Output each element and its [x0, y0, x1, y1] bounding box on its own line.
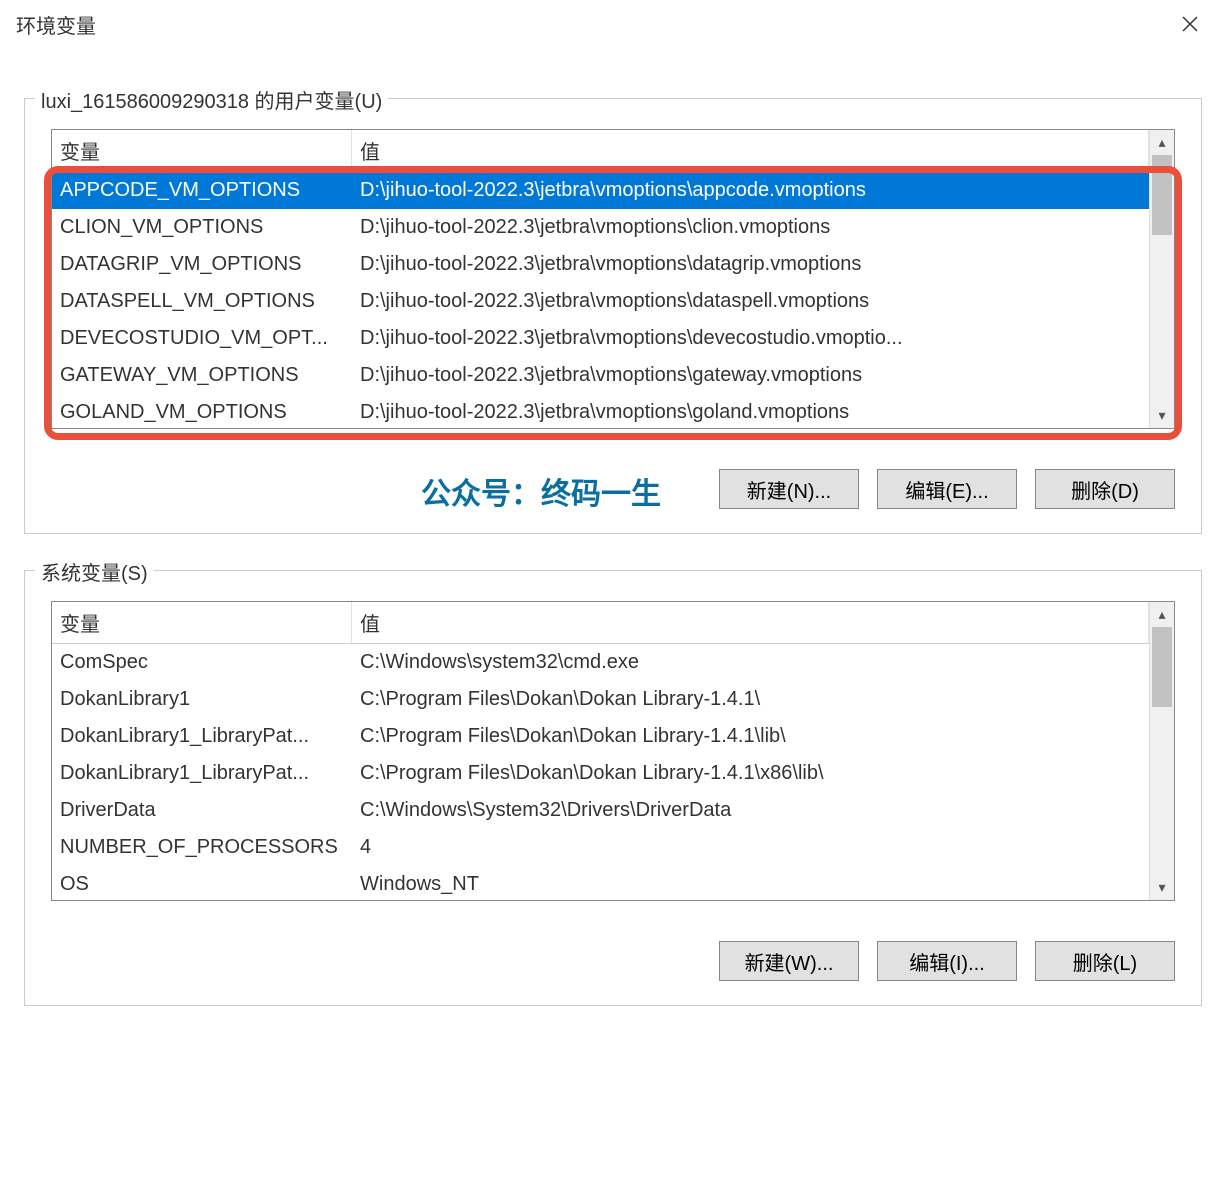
var-name-cell: DATAGRIP_VM_OPTIONS [52, 246, 352, 283]
user-group-label: luxi_161586009290318 的用户变量(U) [35, 85, 388, 114]
table-row[interactable]: ComSpecC:\Windows\system32\cmd.exe [52, 644, 1149, 681]
var-name-cell: GATEWAY_VM_OPTIONS [52, 357, 352, 394]
window-title: 环境变量 [16, 10, 96, 39]
table-row[interactable]: OSWindows_NT [52, 866, 1149, 900]
new-system-var-button[interactable]: 新建(W)... [719, 941, 859, 981]
var-value-cell: C:\Windows\System32\Drivers\DriverData [352, 792, 1149, 829]
var-name-cell: ComSpec [52, 644, 352, 681]
var-name-cell: GOLAND_VM_OPTIONS [52, 394, 352, 428]
system-variables-group: 系统变量(S) 变量 值 ComSpecC:\Windows\system32\… [24, 570, 1202, 1006]
var-name-cell: DokanLibrary1_LibraryPat... [52, 755, 352, 792]
table-row[interactable]: DokanLibrary1_LibraryPat...C:\Program Fi… [52, 755, 1149, 792]
close-button[interactable] [1170, 4, 1210, 44]
var-name-cell: DokanLibrary1 [52, 681, 352, 718]
var-name-cell: OS [52, 866, 352, 900]
var-name-cell: DATASPELL_VM_OPTIONS [52, 283, 352, 320]
scrollbar[interactable]: ▴ ▾ [1149, 602, 1174, 900]
table-row[interactable]: DokanLibrary1C:\Program Files\Dokan\Doka… [52, 681, 1149, 718]
var-value-cell: D:\jihuo-tool-2022.3\jetbra\vmoptions\cl… [352, 209, 1149, 246]
var-name-cell: DokanLibrary1_LibraryPat... [52, 718, 352, 755]
close-icon [1181, 15, 1199, 33]
var-value-cell: D:\jihuo-tool-2022.3\jetbra\vmoptions\de… [352, 320, 1149, 357]
var-value-cell: 4 [352, 829, 1149, 866]
var-value-cell: D:\jihuo-tool-2022.3\jetbra\vmoptions\da… [352, 283, 1149, 320]
scroll-down-icon[interactable]: ▾ [1150, 875, 1174, 900]
table-row[interactable]: DokanLibrary1_LibraryPat...C:\Program Fi… [52, 718, 1149, 755]
edit-system-var-button[interactable]: 编辑(I)... [877, 941, 1017, 981]
edit-user-var-button[interactable]: 编辑(E)... [877, 469, 1017, 509]
table-row[interactable]: DriverDataC:\Windows\System32\Drivers\Dr… [52, 792, 1149, 829]
var-value-cell: C:\Program Files\Dokan\Dokan Library-1.4… [352, 681, 1149, 718]
column-header-value[interactable]: 值 [352, 130, 1149, 171]
var-value-cell: D:\jihuo-tool-2022.3\jetbra\vmoptions\go… [352, 394, 1149, 428]
scroll-up-icon[interactable]: ▴ [1150, 130, 1174, 155]
var-value-cell: D:\jihuo-tool-2022.3\jetbra\vmoptions\ga… [352, 357, 1149, 394]
table-row[interactable]: GOLAND_VM_OPTIONSD:\jihuo-tool-2022.3\je… [52, 394, 1149, 428]
scroll-down-icon[interactable]: ▾ [1150, 403, 1174, 428]
scroll-thumb[interactable] [1152, 155, 1172, 235]
var-name-cell: CLION_VM_OPTIONS [52, 209, 352, 246]
var-name-cell: NUMBER_OF_PROCESSORS [52, 829, 352, 866]
var-value-cell: C:\Windows\system32\cmd.exe [352, 644, 1149, 681]
table-row[interactable]: APPCODE_VM_OPTIONSD:\jihuo-tool-2022.3\j… [52, 172, 1149, 209]
var-name-cell: DriverData [52, 792, 352, 829]
scrollbar[interactable]: ▴ ▾ [1149, 130, 1174, 428]
table-row[interactable]: GATEWAY_VM_OPTIONSD:\jihuo-tool-2022.3\j… [52, 357, 1149, 394]
table-row[interactable]: NUMBER_OF_PROCESSORS4 [52, 829, 1149, 866]
scroll-up-icon[interactable]: ▴ [1150, 602, 1174, 627]
table-row[interactable]: DEVECOSTUDIO_VM_OPT...D:\jihuo-tool-2022… [52, 320, 1149, 357]
user-variables-group: luxi_161586009290318 的用户变量(U) 变量 值 APPCO… [24, 98, 1202, 534]
table-row[interactable]: DATAGRIP_VM_OPTIONSD:\jihuo-tool-2022.3\… [52, 246, 1149, 283]
user-variables-list[interactable]: 变量 值 APPCODE_VM_OPTIONSD:\jihuo-tool-202… [51, 129, 1175, 429]
delete-user-var-button[interactable]: 删除(D) [1035, 469, 1175, 509]
system-group-label: 系统变量(S) [35, 557, 154, 586]
new-user-var-button[interactable]: 新建(N)... [719, 469, 859, 509]
column-header-value[interactable]: 值 [352, 602, 1149, 643]
system-list-header: 变量 值 [52, 602, 1149, 644]
table-row[interactable]: CLION_VM_OPTIONSD:\jihuo-tool-2022.3\jet… [52, 209, 1149, 246]
var-value-cell: C:\Program Files\Dokan\Dokan Library-1.4… [352, 755, 1149, 792]
table-row[interactable]: DATASPELL_VM_OPTIONSD:\jihuo-tool-2022.3… [52, 283, 1149, 320]
var-value-cell: D:\jihuo-tool-2022.3\jetbra\vmoptions\da… [352, 246, 1149, 283]
var-value-cell: C:\Program Files\Dokan\Dokan Library-1.4… [352, 718, 1149, 755]
system-variables-list[interactable]: 变量 值 ComSpecC:\Windows\system32\cmd.exeD… [51, 601, 1175, 901]
var-name-cell: DEVECOSTUDIO_VM_OPT... [52, 320, 352, 357]
user-list-header: 变量 值 [52, 130, 1149, 172]
column-header-variable[interactable]: 变量 [52, 602, 352, 643]
var-value-cell: D:\jihuo-tool-2022.3\jetbra\vmoptions\ap… [352, 172, 1149, 209]
titlebar: 环境变量 [0, 0, 1226, 48]
scroll-thumb[interactable] [1152, 627, 1172, 707]
watermark-text: 公众号：终码一生 [421, 469, 661, 513]
delete-system-var-button[interactable]: 删除(L) [1035, 941, 1175, 981]
var-value-cell: Windows_NT [352, 866, 1149, 900]
var-name-cell: APPCODE_VM_OPTIONS [52, 172, 352, 209]
column-header-variable[interactable]: 变量 [52, 130, 352, 171]
